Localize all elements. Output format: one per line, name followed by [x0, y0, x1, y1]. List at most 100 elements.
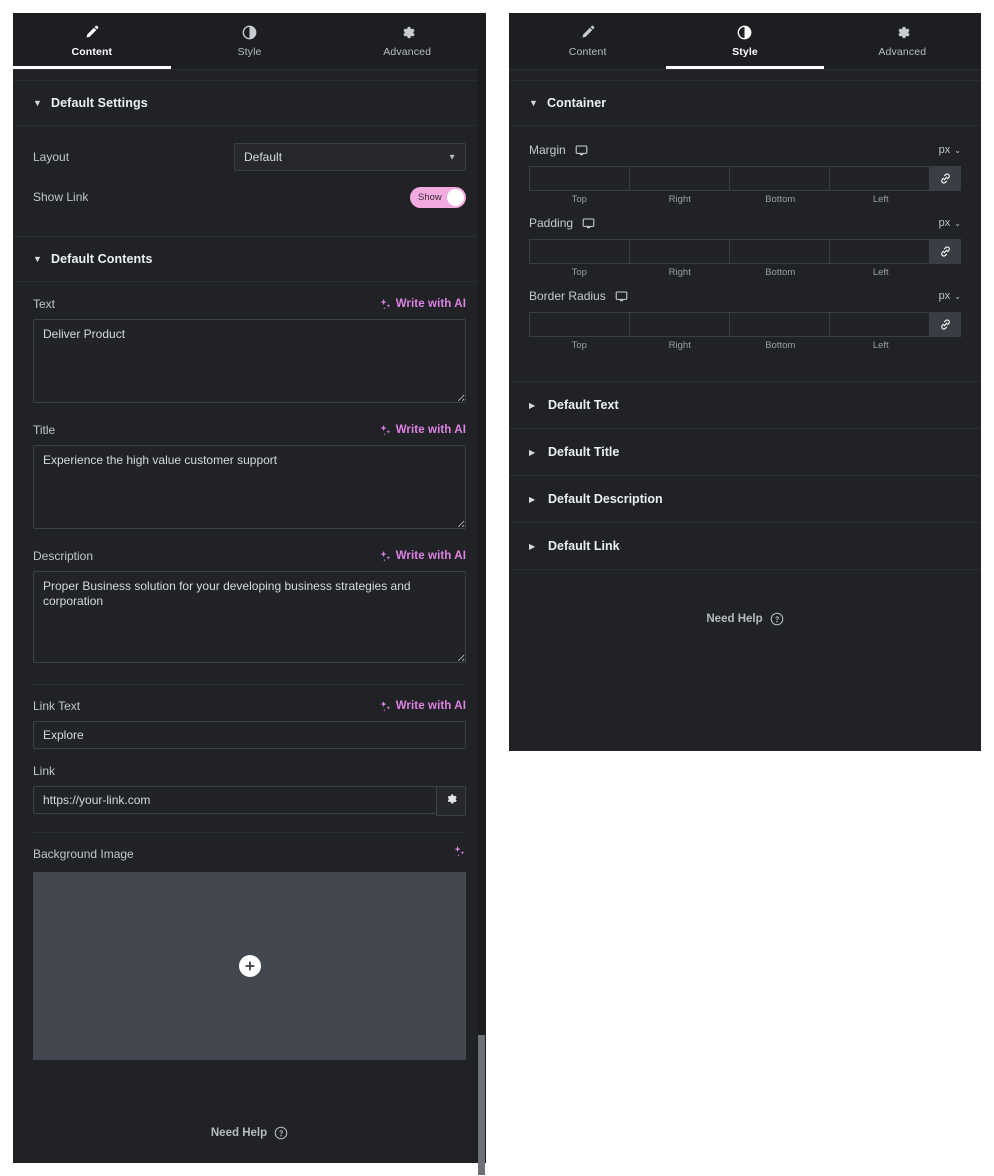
description-textarea[interactable]: [33, 571, 466, 663]
write-with-ai-button-description[interactable]: Write with AI: [379, 550, 466, 563]
chevron-down-icon: ▼: [33, 253, 42, 264]
field-title: Title Write with AI: [33, 422, 466, 534]
margin-bottom-input[interactable]: [729, 166, 829, 191]
padding-top-input[interactable]: [529, 239, 629, 264]
tab-style[interactable]: Style: [171, 13, 329, 69]
tab-content-right[interactable]: Content: [509, 13, 666, 69]
tab-content[interactable]: Content: [13, 13, 171, 69]
field-link: Link: [33, 763, 466, 816]
show-link-toggle[interactable]: Show: [410, 186, 466, 208]
section-default-title-title: Default Title: [548, 445, 620, 459]
tab-content-label: Content: [71, 45, 113, 58]
section-default-contents[interactable]: ▼ Default Contents: [13, 237, 486, 282]
border-radius-link-values-button[interactable]: [929, 312, 961, 337]
margin-right-input[interactable]: [629, 166, 729, 191]
write-with-ai-button-link-text[interactable]: Write with AI: [379, 700, 466, 713]
section-default-text-title: Default Text: [548, 398, 619, 412]
contrast-icon: [737, 25, 752, 41]
link-url-input[interactable]: [33, 786, 437, 814]
section-default-link-title: Default Link: [548, 539, 620, 553]
tab-advanced-right-label: Advanced: [878, 45, 927, 58]
border-radius-captions: Top Right Bottom Left: [529, 340, 961, 351]
margin-link-values-button[interactable]: [929, 166, 961, 191]
border-radius-top-input[interactable]: [529, 312, 629, 337]
tab-advanced[interactable]: Advanced: [328, 13, 486, 69]
background-image-dropzone[interactable]: [33, 872, 466, 1060]
layout-select[interactable]: Default ▼: [234, 143, 466, 171]
margin-inputs: [529, 166, 961, 191]
chevron-down-icon: ⌄: [954, 218, 961, 228]
field-title-head: Title Write with AI: [33, 422, 466, 438]
sparkle-icon: [379, 298, 392, 311]
padding-unit-selector[interactable]: px ⌄: [939, 217, 961, 229]
sparkle-icon: [379, 550, 392, 563]
tab-style-right[interactable]: Style: [666, 13, 824, 69]
title-textarea[interactable]: [33, 445, 466, 529]
tabbar-spacer-right: [509, 70, 981, 81]
section-default-link[interactable]: ▶ Default Link: [509, 522, 981, 570]
scrollbar-track[interactable]: [477, 13, 486, 1163]
field-text: Text Write with AI: [33, 296, 466, 408]
section-default-description[interactable]: ▶ Default Description: [509, 475, 981, 523]
field-background-image: Background Image: [33, 846, 466, 1060]
border-radius-unit-selector[interactable]: px ⌄: [939, 290, 961, 302]
caption-left: Left: [872, 340, 889, 351]
show-link-toggle-text: Show: [418, 191, 442, 203]
chevron-down-icon: ⌄: [954, 291, 961, 301]
border-radius-bottom-input[interactable]: [729, 312, 829, 337]
tab-advanced-right[interactable]: Advanced: [824, 13, 981, 69]
screenshot-stage: Content Style Advanced ▼ Default Setting…: [0, 0, 994, 1176]
padding-right-input[interactable]: [629, 239, 729, 264]
caption-bottom: Bottom: [765, 340, 796, 351]
sparkle-icon-background-image[interactable]: [453, 845, 466, 863]
need-help-left[interactable]: Need Help: [33, 1126, 466, 1140]
caption-top: Top: [571, 340, 587, 351]
caption-right: Right: [668, 340, 691, 351]
border-radius-label: Border Radius: [529, 289, 606, 303]
section-default-contents-body: Text Write with AI Title: [13, 282, 486, 1156]
section-default-title[interactable]: ▶ Default Title: [509, 428, 981, 476]
field-link-head: Link: [33, 763, 466, 779]
question-circle-icon: [274, 1126, 288, 1140]
padding-unit-value: px: [938, 217, 951, 229]
write-with-ai-label: Write with AI: [395, 424, 466, 436]
margin-label: Margin: [529, 143, 566, 157]
toggle-knob: [447, 188, 464, 206]
chevron-down-icon: ▼: [33, 97, 42, 108]
link-options-button[interactable]: [436, 786, 466, 816]
padding-bottom-input[interactable]: [729, 239, 829, 264]
padding-link-values-button[interactable]: [929, 239, 961, 264]
write-with-ai-label: Write with AI: [395, 298, 466, 310]
caption-right: Right: [668, 267, 691, 278]
content-panel: Content Style Advanced ▼ Default Setting…: [13, 13, 486, 1175]
padding-left-input[interactable]: [829, 239, 929, 264]
section-default-settings[interactable]: ▼ Default Settings: [13, 81, 486, 126]
border-radius-left-input[interactable]: [829, 312, 929, 337]
section-default-text[interactable]: ▶ Default Text: [509, 381, 981, 429]
section-container[interactable]: ▼ Container: [509, 81, 981, 126]
layout-row: Layout Default ▼: [33, 140, 466, 174]
write-with-ai-button-text[interactable]: Write with AI: [379, 298, 466, 311]
desktop-icon[interactable]: [615, 290, 628, 303]
border-radius-unit-value: px: [938, 290, 951, 302]
border-radius-right-input[interactable]: [629, 312, 729, 337]
dimension-border-radius-head: Border Radius px ⌄: [529, 286, 961, 306]
margin-unit-selector[interactable]: px ⌄: [939, 144, 961, 156]
chevron-down-icon: ▼: [448, 152, 456, 162]
desktop-icon[interactable]: [582, 217, 595, 230]
write-with-ai-button-title[interactable]: Write with AI: [379, 424, 466, 437]
link-text-input[interactable]: [33, 721, 466, 749]
text-textarea[interactable]: [33, 319, 466, 403]
margin-left-input[interactable]: [829, 166, 929, 191]
section-default-description-title: Default Description: [548, 492, 663, 506]
field-link-label: Link: [33, 764, 56, 778]
margin-top-input[interactable]: [529, 166, 629, 191]
show-link-row: Show Link Show: [33, 180, 466, 214]
caption-top: Top: [571, 267, 587, 278]
tab-style-label: Style: [237, 45, 262, 58]
need-help-right[interactable]: Need Help: [509, 612, 981, 626]
scrollbar-thumb[interactable]: [478, 1035, 485, 1175]
desktop-icon[interactable]: [575, 144, 588, 157]
link-input-group: [33, 786, 466, 816]
chevron-down-icon: ⌄: [954, 145, 961, 155]
